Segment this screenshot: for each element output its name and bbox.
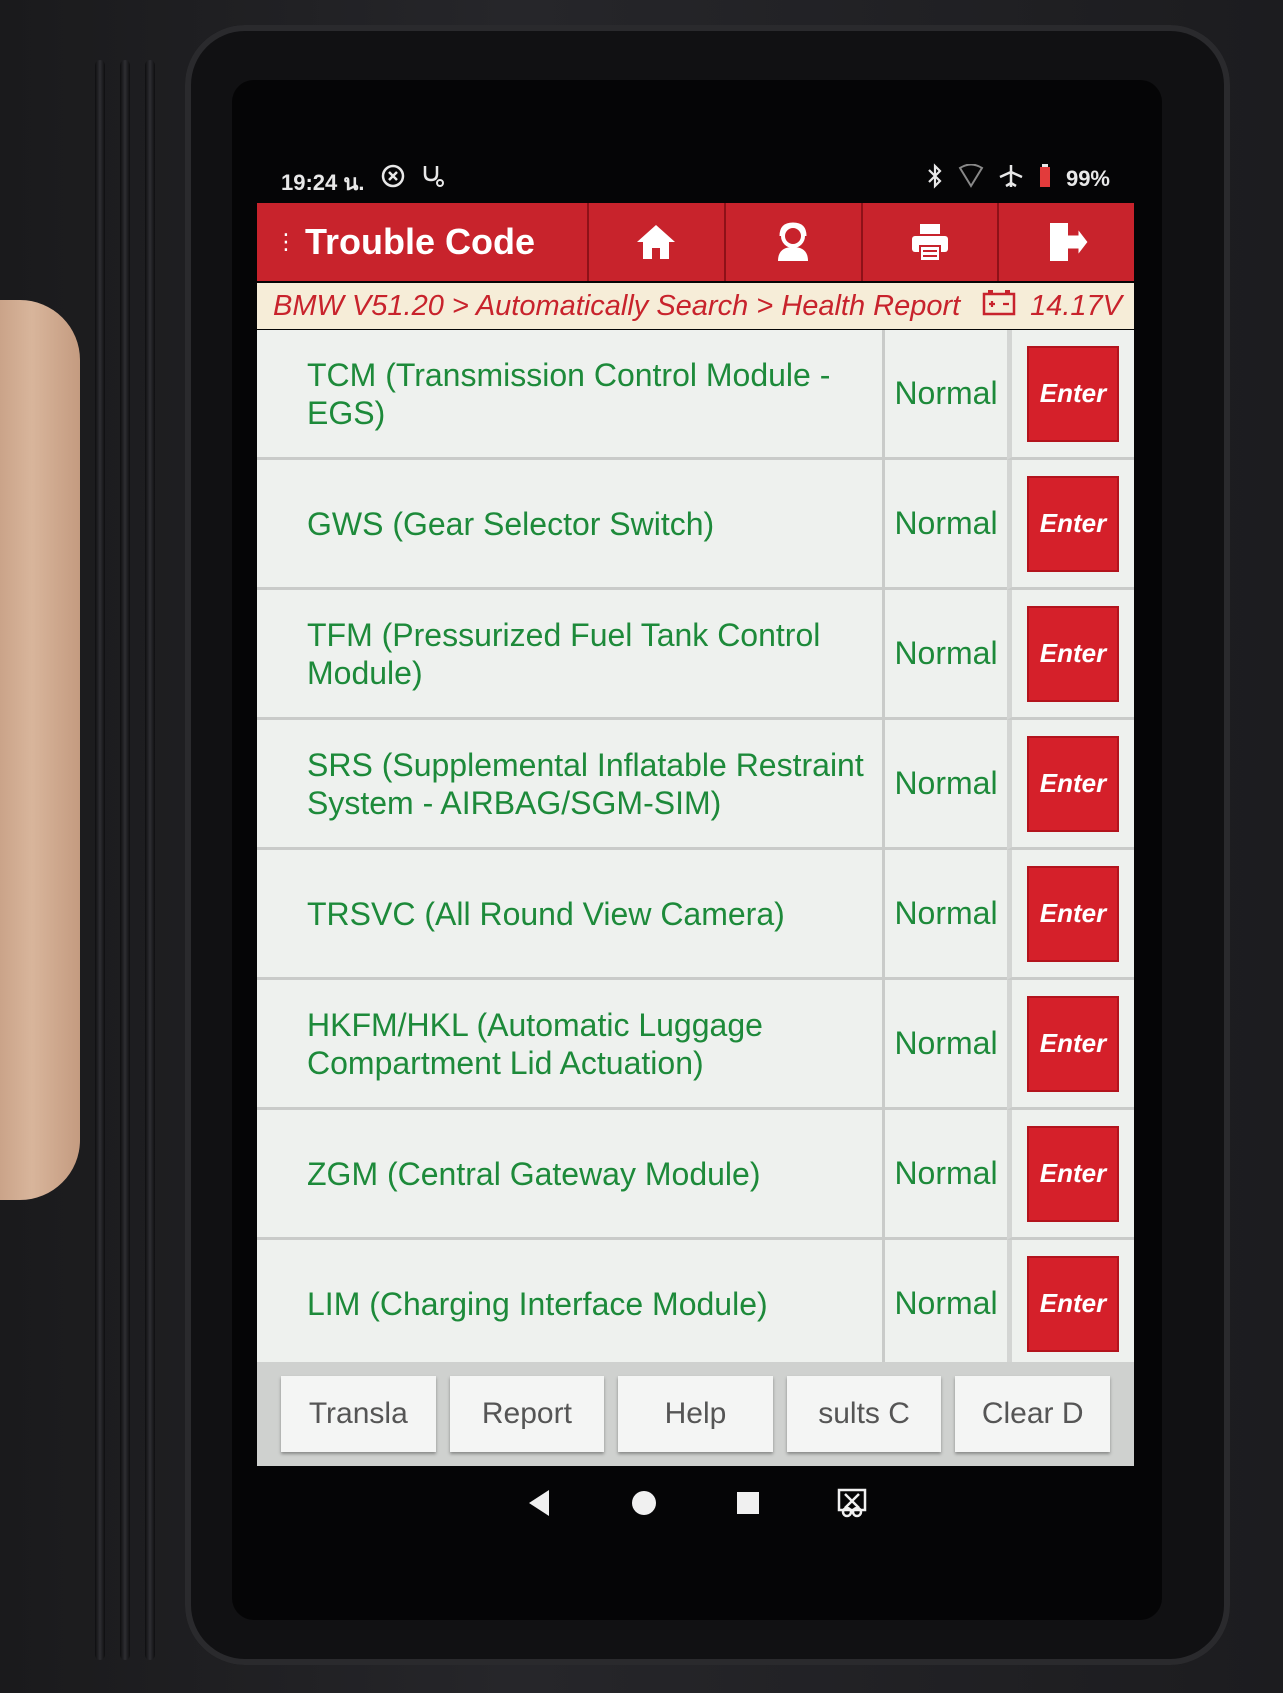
grip-ridge bbox=[95, 60, 105, 1660]
action-cell: Enter bbox=[1007, 720, 1134, 850]
module-status: Normal bbox=[882, 330, 1007, 460]
module-status: Normal bbox=[882, 720, 1007, 850]
stethoscope-icon bbox=[420, 163, 444, 195]
header-title-area: ⋮ Trouble Code bbox=[257, 203, 587, 281]
enter-button[interactable]: Enter bbox=[1027, 475, 1119, 572]
module-status: Normal bbox=[882, 850, 1007, 980]
status-time: 19:24 น. bbox=[281, 170, 365, 195]
app-header: ⋮ Trouble Code bbox=[257, 203, 1134, 281]
clear-dtc-button[interactable]: Clear D bbox=[955, 1376, 1110, 1452]
grip-ridge bbox=[120, 60, 130, 1660]
breadcrumb-bar: BMW V51.20 > Automatically Search > Heal… bbox=[257, 283, 1134, 329]
menu-dots-icon[interactable]: ⋮ bbox=[275, 230, 297, 255]
print-button[interactable] bbox=[860, 203, 998, 281]
module-status: Normal bbox=[882, 1110, 1007, 1240]
enter-button[interactable]: Enter bbox=[1027, 735, 1119, 832]
module-name: SRS (Supplemental Inflatable Restraint S… bbox=[257, 720, 882, 850]
module-name: LIM (Charging Interface Module) bbox=[257, 1240, 882, 1370]
module-name: HKFM/HKL (Automatic Luggage Compartment … bbox=[257, 980, 882, 1110]
translate-button[interactable]: Transla bbox=[281, 1376, 436, 1452]
grip-ridge bbox=[145, 60, 155, 1660]
bluetooth-icon bbox=[926, 163, 944, 195]
module-status: Normal bbox=[882, 590, 1007, 720]
table-row: TCM (Transmission Control Module - EGS) … bbox=[257, 330, 1134, 460]
home-button[interactable] bbox=[587, 203, 724, 281]
printer-icon bbox=[911, 224, 948, 262]
module-name: TFM (Pressurized Fuel Tank Control Modul… bbox=[257, 590, 882, 720]
recents-icon[interactable] bbox=[731, 1486, 765, 1524]
report-button[interactable]: Report bbox=[449, 1376, 605, 1452]
airplane-icon bbox=[998, 163, 1024, 195]
action-cell: Enter bbox=[1007, 850, 1134, 980]
enter-button[interactable]: Enter bbox=[1027, 605, 1119, 702]
wifi-icon bbox=[958, 163, 984, 194]
home-circle-icon[interactable] bbox=[627, 1486, 661, 1524]
finger bbox=[0, 300, 80, 1200]
table-row: ZGM (Central Gateway Module) Normal Ente… bbox=[257, 1110, 1134, 1240]
status-bar: 19:24 น. 99% bbox=[255, 155, 1110, 199]
action-cell: Enter bbox=[1007, 1240, 1134, 1370]
home-icon bbox=[637, 225, 676, 259]
breadcrumb: BMW V51.20 > Automatically Search > Heal… bbox=[273, 289, 961, 322]
table-row: LIM (Charging Interface Module) Normal E… bbox=[257, 1240, 1134, 1370]
battery-icon bbox=[1038, 163, 1052, 195]
user-button[interactable] bbox=[723, 203, 861, 281]
action-cell: Enter bbox=[1007, 980, 1134, 1110]
action-cell: Enter bbox=[1007, 590, 1134, 720]
car-battery-icon bbox=[982, 288, 1016, 324]
action-cell: Enter bbox=[1007, 460, 1134, 590]
module-name: TCM (Transmission Control Module - EGS) bbox=[257, 330, 882, 460]
module-status: Normal bbox=[882, 980, 1007, 1110]
exit-button[interactable] bbox=[997, 203, 1134, 281]
table-row: HKFM/HKL (Automatic Luggage Compartment … bbox=[257, 980, 1134, 1110]
module-name: ZGM (Central Gateway Module) bbox=[257, 1110, 882, 1240]
module-name: TRSVC (All Round View Camera) bbox=[257, 850, 882, 980]
table-row: TFM (Pressurized Fuel Tank Control Modul… bbox=[257, 590, 1134, 720]
action-cell: Enter bbox=[1007, 330, 1134, 460]
user-icon bbox=[778, 222, 809, 261]
action-bar: Transla Report Help sults C Clear D bbox=[257, 1362, 1134, 1466]
android-nav-bar bbox=[257, 1470, 1134, 1540]
battery-percent: 99% bbox=[1065, 166, 1110, 191]
module-list: TCM (Transmission Control Module - EGS) … bbox=[257, 330, 1134, 1370]
table-row: TRSVC (All Round View Camera) Normal Ent… bbox=[257, 850, 1134, 980]
table-row: GWS (Gear Selector Switch) Normal Enter bbox=[257, 460, 1134, 590]
battery-voltage: 14.17V bbox=[1030, 289, 1122, 322]
exit-icon bbox=[1049, 223, 1089, 261]
enter-button[interactable]: Enter bbox=[1027, 1125, 1119, 1222]
vci-icon bbox=[380, 163, 406, 195]
table-row: SRS (Supplemental Inflatable Restraint S… bbox=[257, 720, 1134, 850]
module-status: Normal bbox=[882, 460, 1007, 590]
back-icon[interactable] bbox=[523, 1486, 557, 1524]
results-button[interactable]: sults C bbox=[786, 1376, 942, 1452]
help-button[interactable]: Help bbox=[618, 1376, 773, 1452]
enter-button[interactable]: Enter bbox=[1027, 995, 1119, 1092]
module-status: Normal bbox=[882, 1240, 1007, 1370]
module-name: GWS (Gear Selector Switch) bbox=[257, 460, 882, 590]
screenshot-icon[interactable] bbox=[835, 1486, 869, 1524]
enter-button[interactable]: Enter bbox=[1027, 865, 1119, 962]
page-title: Trouble Code bbox=[305, 221, 536, 262]
enter-button[interactable]: Enter bbox=[1027, 1255, 1119, 1352]
action-cell: Enter bbox=[1007, 1110, 1134, 1240]
enter-button[interactable]: Enter bbox=[1027, 345, 1119, 442]
